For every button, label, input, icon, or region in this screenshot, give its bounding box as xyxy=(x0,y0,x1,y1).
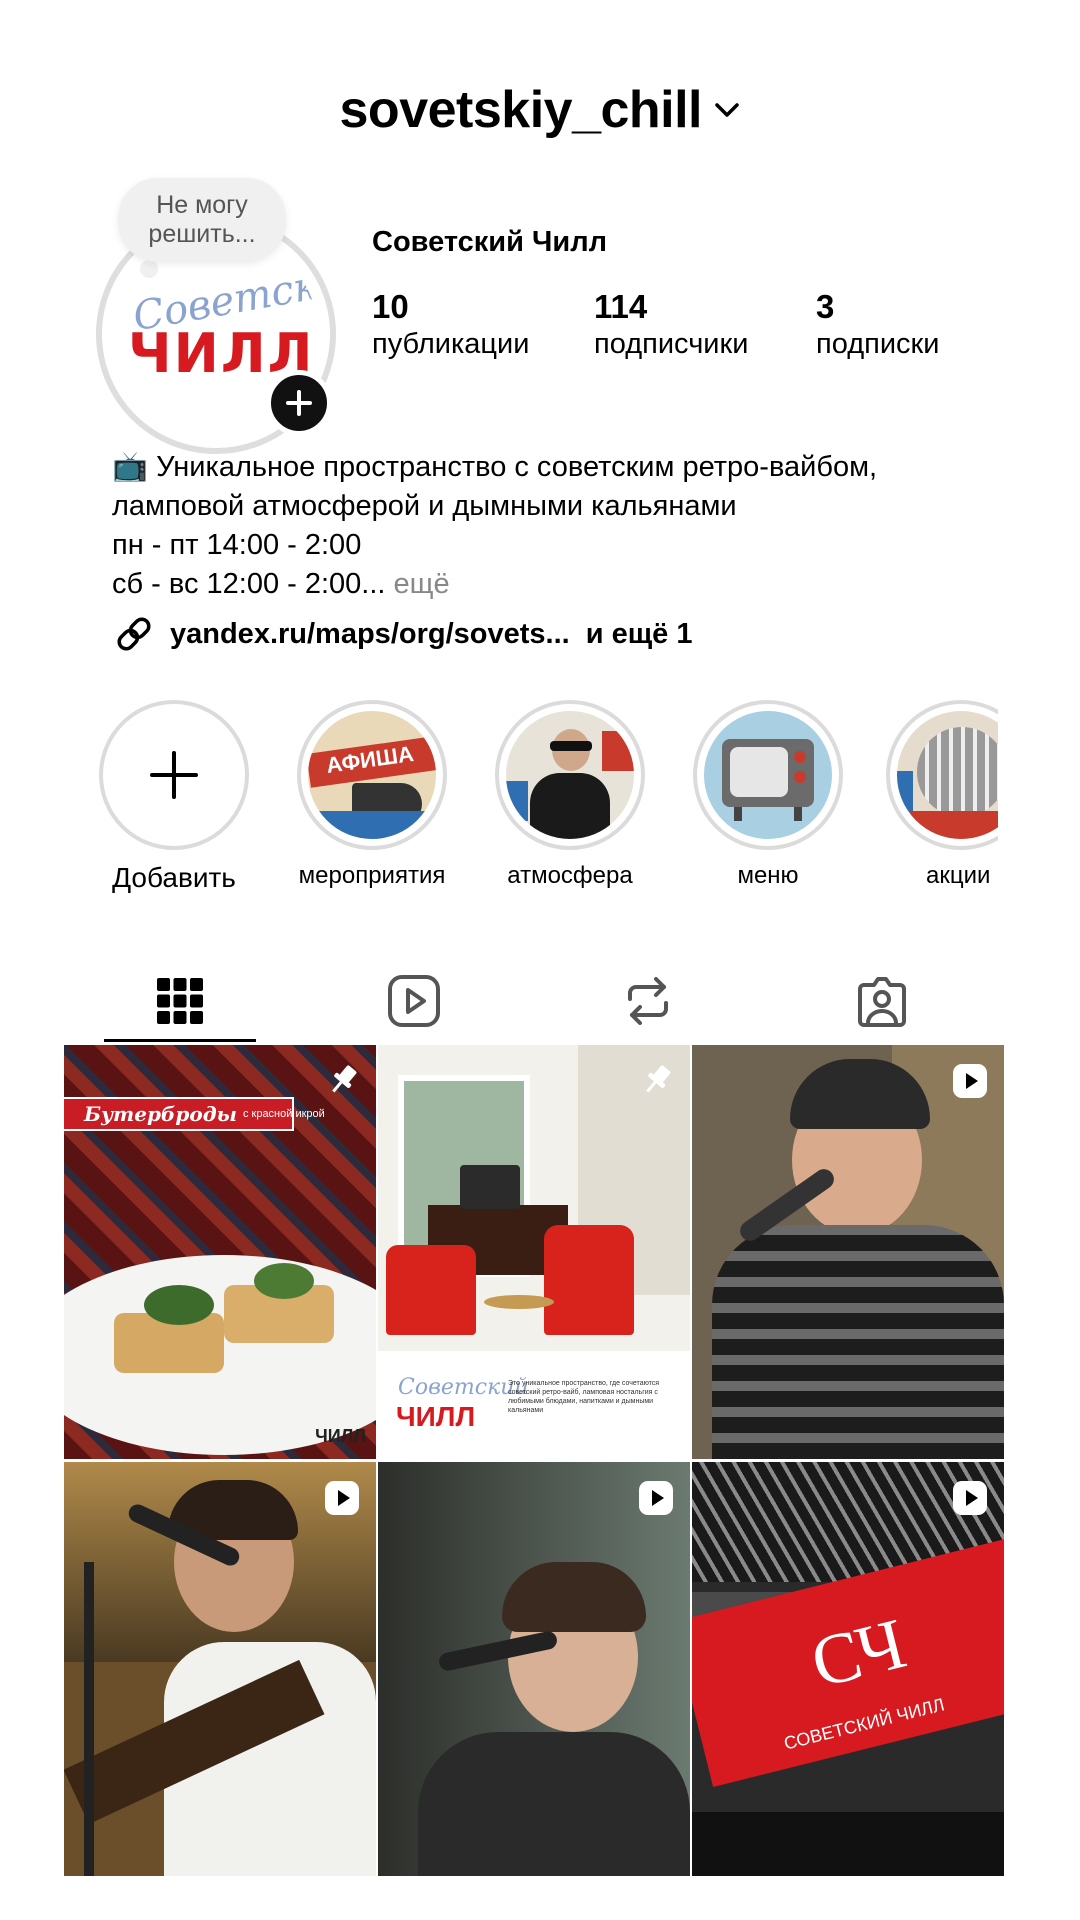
stat-following-value: 3 xyxy=(816,288,835,325)
armchair xyxy=(386,1245,476,1335)
chevron-down-icon[interactable] xyxy=(714,101,740,119)
bio-line: ламповой атмосферой и дымными кальянами xyxy=(112,490,737,522)
highlight-promos[interactable]: акции xyxy=(886,700,998,890)
highlight-add[interactable]: Добавить xyxy=(94,700,254,894)
tagged-person-icon xyxy=(858,977,906,1027)
post-caption: Это уникальное пространство, где сочетаю… xyxy=(508,1380,660,1414)
highlight-image-atmosphere xyxy=(506,711,634,839)
active-tab-indicator xyxy=(104,1039,256,1042)
highlight-cover xyxy=(495,700,645,850)
reels-play-icon xyxy=(388,975,440,1027)
grid-post[interactable]: Бутерброды с красной икрой ЧИЛЛ xyxy=(64,1045,376,1459)
reel-badge-icon xyxy=(953,1481,987,1515)
reel-badge-icon xyxy=(639,1481,673,1515)
post-banner-text: Бутерброды xyxy=(84,1102,237,1126)
tab-reposts[interactable] xyxy=(532,956,764,1046)
grid-post[interactable] xyxy=(378,1462,690,1876)
curly-hair xyxy=(502,1562,646,1632)
striped-sweater xyxy=(712,1225,1004,1459)
tab-tagged[interactable] xyxy=(766,956,998,1046)
post-logo: ЧИЛЛ xyxy=(315,1426,366,1446)
link-more[interactable]: и ещё 1 xyxy=(586,618,693,651)
repost-icon xyxy=(628,977,668,1025)
highlight-events[interactable]: АФИША мероприятия xyxy=(292,700,452,890)
highlight-image-menu xyxy=(704,711,832,839)
note-bubble[interactable]: Не могу решить... xyxy=(118,178,286,262)
armchair xyxy=(544,1225,634,1335)
bio-line-last: сб - вс 12:00 - 2:00... ещё xyxy=(112,565,1012,604)
note-text-line2: решить... xyxy=(148,220,256,248)
highlight-image-events: АФИША xyxy=(308,711,436,839)
highlight-atmosphere[interactable]: атмосфера xyxy=(490,700,650,890)
tab-reels[interactable] xyxy=(298,956,530,1046)
add-story-button[interactable] xyxy=(266,370,332,436)
grid-icon xyxy=(157,978,203,1024)
display-name: Советский Чилл xyxy=(372,226,608,258)
highlight-label: Добавить xyxy=(112,862,236,893)
link-icon xyxy=(117,617,151,651)
tv xyxy=(460,1165,520,1209)
stat-posts-value: 10 xyxy=(372,288,409,325)
bio-more-link[interactable]: ещё xyxy=(394,568,450,600)
username[interactable]: sovetskiy_chill xyxy=(340,81,703,139)
username-header[interactable]: sovetskiy_chill xyxy=(0,80,1080,140)
highlight-cover: АФИША xyxy=(297,700,447,850)
bio-link[interactable]: yandex.ru/maps/org/sovets... и ещё 1 xyxy=(112,612,693,656)
pin-icon xyxy=(646,1065,671,1093)
stat-posts[interactable]: 10 публикации xyxy=(372,288,529,361)
grid-post[interactable]: СЧ СОВЕТСКИЙ ЧИЛЛ xyxy=(692,1462,1004,1876)
reel-badge-icon xyxy=(325,1481,359,1515)
plus-icon xyxy=(150,751,198,799)
link-url[interactable]: yandex.ru/maps/org/sovets... xyxy=(170,618,570,651)
grid-post[interactable] xyxy=(692,1045,1004,1459)
post-banner: Бутерброды с красной икрой xyxy=(64,1097,325,1131)
highlight-add-circle xyxy=(99,700,249,850)
grid-post[interactable]: Советский ЧИЛЛ Это уникальное пространст… xyxy=(378,1045,690,1459)
tab-posts-grid[interactable] xyxy=(64,956,296,1046)
stat-following[interactable]: 3 подписки xyxy=(816,288,939,361)
note-text-line1: Не могу xyxy=(156,191,248,220)
post-logo: ЧИЛЛ xyxy=(396,1401,476,1432)
bio-line: сб - вс 12:00 - 2:00... xyxy=(112,568,386,600)
reel-badge-icon xyxy=(953,1064,987,1098)
greens xyxy=(144,1285,214,1325)
stat-followers-value: 114 xyxy=(594,288,648,325)
note-bubble-tail xyxy=(140,260,158,278)
dark-shirt xyxy=(418,1732,690,1876)
highlight-label: меню xyxy=(737,862,799,889)
post-banner-small-text: с красной икрой xyxy=(242,1108,325,1120)
mic-stand xyxy=(84,1562,94,1876)
highlight-image-promos xyxy=(897,711,998,839)
highlight-label: атмосфера xyxy=(507,862,633,889)
grid-post[interactable] xyxy=(64,1462,376,1876)
coffee-table xyxy=(484,1295,554,1309)
pin-icon xyxy=(332,1065,357,1093)
bio-line: пн - пт 14:00 - 2:00 xyxy=(112,529,362,561)
highlight-cover xyxy=(693,700,843,850)
plus-icon xyxy=(286,390,312,416)
highlight-cover xyxy=(886,700,998,850)
profile-bio: 📺 Уникальное пространство с советским ре… xyxy=(112,448,1012,604)
stat-following-label: подписки xyxy=(816,328,940,360)
shadow xyxy=(692,1812,1004,1876)
highlight-label: мероприятия xyxy=(298,862,446,889)
bio-line: 📺 Уникальное пространство с советским ре… xyxy=(112,451,878,483)
stat-followers[interactable]: 114 подписчики xyxy=(594,288,748,361)
stat-posts-label: публикации xyxy=(372,328,530,360)
highlight-label: акции xyxy=(926,862,991,889)
stat-followers-label: подписчики xyxy=(594,328,749,360)
highlight-menu[interactable]: меню xyxy=(688,700,848,890)
greens xyxy=(254,1263,314,1299)
